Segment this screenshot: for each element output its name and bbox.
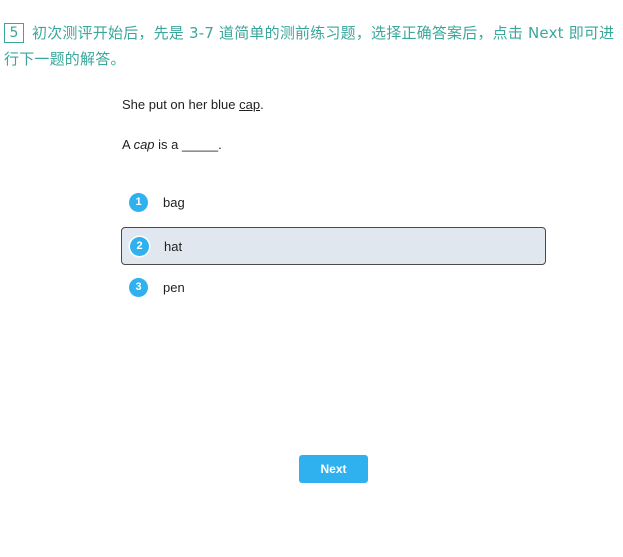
- option-number-badge: 1: [129, 192, 148, 212]
- prompt-target-word: cap: [133, 137, 155, 152]
- sentence-after: .: [260, 97, 264, 112]
- answer-option-2[interactable]: 2 hat: [121, 227, 546, 265]
- question-prompt: A cap is a _____.: [122, 137, 222, 152]
- prompt-after: is a _____.: [154, 137, 222, 152]
- sentence-target-word: cap: [239, 97, 261, 112]
- instruction-body: 初次测评开始后，先是 3-7 道简单的测前练习题，选择正确答案后，点击 Next…: [4, 24, 615, 68]
- answer-option-3[interactable]: 3 pen: [121, 268, 546, 306]
- option-number-badge: 2: [130, 236, 149, 256]
- practice-question-page: 5 初次测评开始后，先是 3-7 道简单的测前练习题，选择正确答案后，点击 Nex…: [0, 0, 623, 557]
- next-button[interactable]: Next: [299, 455, 368, 483]
- answer-option-1[interactable]: 1 bag: [121, 183, 546, 221]
- option-label: bag: [163, 194, 185, 210]
- sentence-before: She put on her blue: [122, 97, 240, 112]
- instruction-text: 5 初次测评开始后，先是 3-7 道简单的测前练习题，选择正确答案后，点击 Nex…: [4, 20, 616, 72]
- prompt-before: A: [122, 137, 134, 152]
- question-sentence: She put on her blue cap.: [122, 97, 264, 112]
- option-label: pen: [163, 279, 185, 295]
- option-label: hat: [164, 238, 183, 254]
- step-number-badge: 5: [4, 23, 24, 43]
- option-number-badge: 3: [129, 277, 148, 297]
